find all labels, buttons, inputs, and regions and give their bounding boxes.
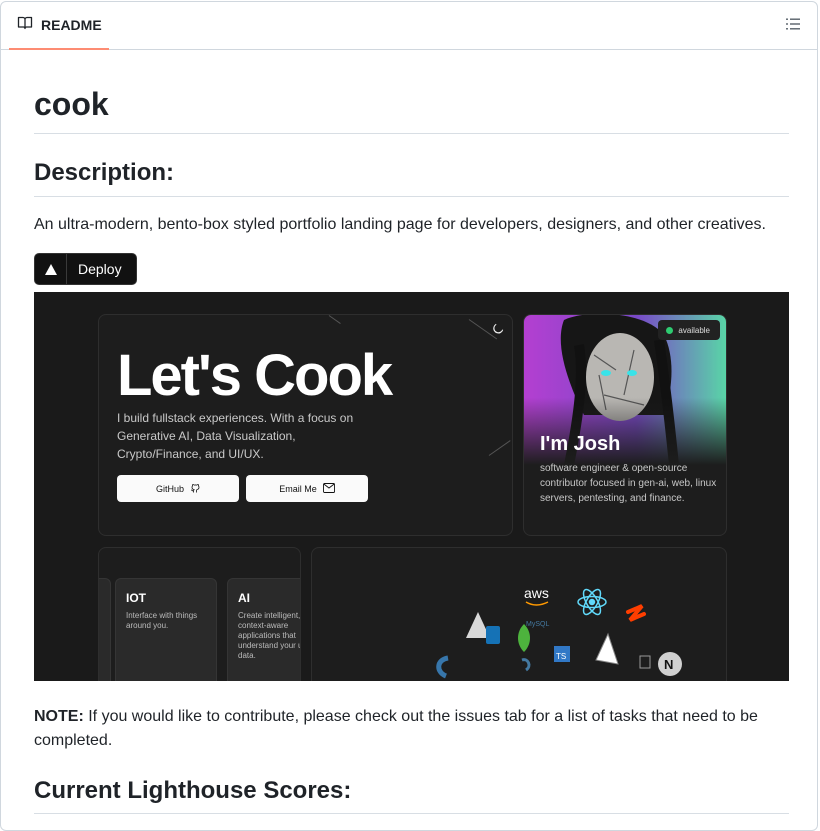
mongodb-icon (518, 624, 530, 652)
github-button[interactable]: GitHub (117, 475, 239, 502)
aws-logo: aws (524, 585, 549, 601)
service-text: Create intelligent, context-aware applic… (238, 611, 301, 660)
profile-bio: software engineer & open-source contribu… (540, 463, 717, 504)
list-icon[interactable] (785, 16, 803, 34)
divider (34, 813, 789, 814)
tab-readme[interactable]: README (9, 2, 109, 50)
react-icon (577, 588, 607, 616)
description-text: An ultra-modern, bento-box styled portfo… (34, 216, 766, 233)
mysql-logo: MySQL (526, 621, 549, 628)
status-label: available (678, 325, 710, 335)
tech-stack-card: aws MySQL TS N (311, 547, 727, 681)
services-card: IOT Interface with things around you. AI… (98, 547, 301, 681)
note-label: NOTE: (34, 708, 84, 725)
hero-card: Let's Cook I build fullstack experiences… (98, 314, 513, 536)
svelte-icon (626, 604, 646, 622)
service-card-ai: AI Create intelligent, context-aware app… (227, 578, 301, 681)
vercel-triangle-icon (35, 254, 67, 284)
status-badge: available (658, 320, 720, 340)
preview-screenshot[interactable]: Let's Cook I build fullstack experiences… (34, 292, 789, 681)
page-title: cook (34, 86, 109, 122)
hero-title: Let's Cook (117, 343, 393, 408)
docker-icon (521, 658, 531, 672)
service-text: Interface with things around you. (126, 611, 198, 630)
divider (34, 133, 789, 134)
book-icon (17, 15, 33, 36)
profile-card: available I'm Josh software engineer & o… (523, 314, 727, 536)
email-button[interactable]: Email Me (246, 475, 368, 502)
note-paragraph: NOTE: If you would like to contribute, p… (34, 705, 789, 753)
decor-line (328, 315, 341, 324)
css-icon (486, 626, 500, 644)
status-dot (666, 326, 674, 334)
description-heading: Description: (34, 159, 175, 186)
aws-smile-icon (525, 601, 549, 606)
note-text: If you would like to contribute, please … (34, 708, 758, 749)
moon-icon[interactable] (492, 322, 504, 334)
tech-logos: aws MySQL TS N (436, 585, 682, 679)
service-card (99, 578, 111, 681)
github-label: GitHub (155, 483, 184, 494)
lighthouse-heading: Current Lighthouse Scores: (34, 777, 352, 804)
github-icon (190, 483, 200, 495)
readme-header: README (1, 2, 817, 50)
decor-line (488, 440, 511, 456)
deploy-button[interactable]: Deploy (34, 253, 137, 285)
email-label: Email Me (279, 483, 317, 494)
deploy-label: Deploy (78, 261, 122, 277)
pb-icon (639, 655, 651, 669)
tab-readme-label: README (41, 17, 102, 33)
divider (34, 196, 789, 197)
nextjs-letter: N (664, 657, 673, 672)
prisma-icon (595, 632, 619, 665)
service-title: IOT (126, 591, 146, 605)
typescript-label: TS (556, 652, 566, 661)
python-icon (436, 655, 449, 679)
mail-icon (322, 482, 335, 495)
service-title: AI (238, 591, 250, 605)
readme-panel: README cook Description: An ultra-modern… (0, 1, 818, 831)
profile-name: I'm Josh (540, 433, 621, 455)
hero-text: I build fullstack experiences. With a fo… (117, 411, 354, 461)
service-card-iot: IOT Interface with things around you. (115, 578, 217, 681)
